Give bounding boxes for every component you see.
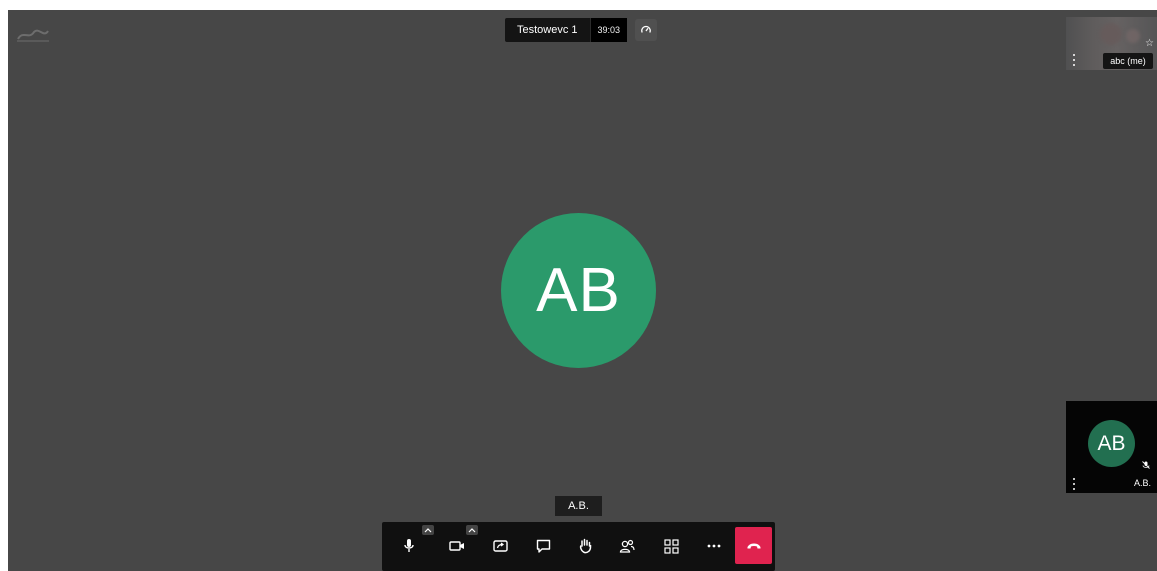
muted-microphone-icon [1142,461,1150,469]
chat-button[interactable] [529,532,557,560]
screen-share-button[interactable] [486,532,514,560]
hangup-button[interactable] [735,527,772,564]
chevron-up-icon [424,527,432,532]
remote-participant-thumbnail[interactable]: AB A.B. [1066,401,1157,493]
video-feed-blur [1126,29,1140,43]
meeting-toolbar [382,522,775,571]
tile-view-button[interactable] [657,532,685,560]
hangup-icon [746,543,761,548]
local-video-thumbnail[interactable]: ☆ abc (me) [1066,17,1157,70]
meeting-title: Testowevc 1 [517,24,578,36]
remote-participant-name: A.B. [1134,478,1152,488]
more-actions-icon [707,544,721,548]
raise-hand-icon [579,538,591,554]
watermark-logo-icon [17,29,49,42]
video-feed-blur [1100,23,1122,45]
more-actions-button[interactable] [700,532,728,560]
participants-icon [619,539,635,553]
raise-hand-button[interactable] [571,532,599,560]
star-icon: ☆ [1145,38,1154,49]
remote-participant-avatar: AB [1088,420,1135,467]
dominant-speaker-name: A.B. [555,496,602,516]
microphone-options-caret[interactable] [422,525,434,535]
participants-button[interactable] [613,532,641,560]
camera-button[interactable] [443,532,471,560]
vertical-dots-menu-icon[interactable] [1071,54,1076,66]
vertical-dots-menu-icon[interactable] [1071,478,1076,490]
meeting-title-pill: Testowevc 1 39:03 [505,18,628,42]
screen-share-icon [492,539,508,552]
chevron-up-icon [468,527,476,532]
speed-gauge-icon [641,25,651,33]
microphone-icon [404,539,414,552]
local-participant-name: abc (me) [1103,53,1153,69]
chat-icon [536,539,550,553]
tile-view-icon [663,538,679,554]
camera-icon [449,541,464,551]
camera-options-caret[interactable] [466,525,478,535]
meeting-stage: Testowevc 1 39:03 AB A.B. ☆ abc (me) AB … [8,10,1157,571]
meeting-timer: 39:03 [589,18,628,42]
main-participant-avatar: AB [501,213,656,368]
microphone-button[interactable] [395,532,423,560]
connection-quality-button[interactable] [635,19,658,41]
meeting-title-bar: Testowevc 1 39:03 [505,18,658,42]
